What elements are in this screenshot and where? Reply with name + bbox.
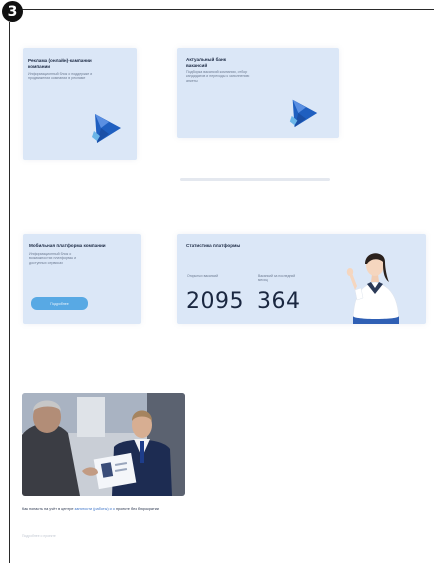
- stat-open-vacancies-label: Открытых вакансий: [187, 274, 219, 278]
- promo-card-vacancy-bank[interactable]: Актуальный банк вакансий Подборка ваканс…: [177, 48, 339, 138]
- news-caption[interactable]: Как попасть на учёт в центре занятости (…: [22, 507, 192, 512]
- card-title: Актуальный банк вакансий: [186, 57, 227, 68]
- promo-card-ad-campaigns[interactable]: Реклама (онлайн)-кампании компании Инфор…: [23, 48, 137, 160]
- caption-link[interactable]: занятости (работы) и о: [75, 507, 115, 511]
- frame-left-border: [9, 22, 10, 563]
- news-photo[interactable]: [22, 393, 185, 496]
- caption-text-end: проекте без бюрократии: [114, 507, 159, 511]
- stats-title: Статистика платформы: [186, 243, 241, 248]
- promo-card-platform[interactable]: Мобильная платформа компании Информацион…: [23, 234, 141, 324]
- caption-subtext: Подробнее о проекте: [22, 534, 56, 538]
- card-description: Информационный блок о поддержке и продви…: [28, 72, 93, 81]
- stat-monthly-vacancies-label: Вакансий за последний месяц: [258, 274, 296, 283]
- card-description: Подборка вакансий компании, отбор кандид…: [186, 70, 250, 83]
- decorative-divider: [180, 178, 330, 181]
- play-logo-icon: [289, 99, 318, 128]
- assistant-illustration: [346, 253, 400, 324]
- more-button[interactable]: Подробнее: [31, 297, 88, 310]
- play-logo-icon: [92, 114, 121, 143]
- caption-text-start: Как попасть на учёт в центре: [22, 507, 75, 511]
- step-number-badge: 3: [2, 1, 23, 22]
- card-title: Мобильная платформа компании: [29, 243, 106, 248]
- stat-open-vacancies-value: 2095: [186, 289, 244, 314]
- card-description: Информационный блок о возможностях платф…: [29, 252, 77, 265]
- stat-monthly-vacancies-value: 364: [257, 289, 301, 314]
- business-meeting-photo: [22, 393, 185, 496]
- frame-top-border: [18, 9, 434, 10]
- card-title: Реклама (онлайн)-кампании компании: [28, 58, 92, 69]
- statistics-card: Статистика платформы Открытых вакансий 2…: [177, 234, 426, 324]
